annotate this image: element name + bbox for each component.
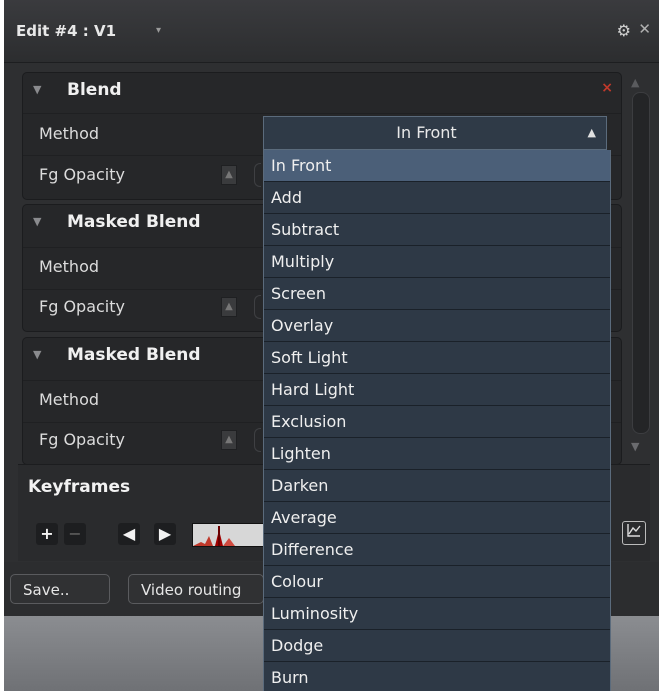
dropdown-option[interactable]: Screen [264, 278, 610, 309]
opacity-slider[interactable] [254, 295, 261, 319]
scroll-up-icon[interactable]: ▲ [631, 76, 639, 89]
blend-method-list: In Front Add Subtract Multiply Screen Overlay… [263, 150, 611, 691]
method-dropdown[interactable]: In Front ▲ [263, 116, 607, 150]
graph-view-icon[interactable] [622, 521, 646, 545]
dropdown-option[interactable]: Lighten [264, 438, 610, 469]
method-label: Method [39, 257, 100, 276]
fg-opacity-label: Fg Opacity [39, 430, 125, 449]
keyframe-toggle-icon[interactable]: ▲ [221, 430, 237, 450]
dropdown-option[interactable]: Subtract [264, 214, 610, 245]
section-title: Masked Blend [67, 345, 201, 365]
title-bar: Edit #4 : V1 ▾ ⚙ ✕ [4, 0, 659, 63]
keyframes-title: Keyframes [28, 477, 131, 497]
dropdown-arrow-icon[interactable]: ▲ [588, 126, 596, 139]
window-title: Edit #4 : V1 [16, 22, 117, 40]
keyframe-timeline[interactable] [192, 523, 264, 547]
dropdown-option[interactable]: Multiply [264, 246, 610, 277]
section-title: Masked Blend [67, 212, 201, 232]
keyframe-toggle-icon[interactable]: ▲ [221, 297, 237, 317]
collapse-triangle-icon[interactable]: ▼ [33, 83, 41, 96]
dropdown-option[interactable]: Dodge [264, 630, 610, 661]
prev-keyframe-button[interactable]: ◀ [118, 523, 140, 545]
add-keyframe-button[interactable]: + [36, 523, 58, 545]
row-divider [23, 113, 621, 114]
next-keyframe-button[interactable]: ▶ [154, 523, 176, 545]
gear-icon[interactable]: ⚙ [617, 21, 631, 40]
effect-editor-window: Edit #4 : V1 ▾ ⚙ ✕ ▼ Blend × Method Fg O… [4, 0, 659, 691]
dropdown-option[interactable]: Add [264, 182, 610, 213]
section-title: Blend [67, 80, 122, 100]
save-button[interactable]: Save.. [10, 574, 110, 604]
collapse-triangle-icon[interactable]: ▼ [33, 348, 41, 361]
scrollbar-thumb[interactable] [632, 92, 650, 434]
close-icon[interactable]: ✕ [638, 20, 651, 38]
dropdown-option[interactable]: Exclusion [264, 406, 610, 437]
dropdown-option[interactable]: Burn [264, 662, 610, 691]
method-label: Method [39, 124, 100, 143]
keyframe-toggle-icon[interactable]: ▲ [221, 165, 237, 185]
dropdown-option[interactable]: In Front [264, 150, 610, 181]
section-header[interactable]: ▼ Blend × [23, 73, 621, 109]
collapse-triangle-icon[interactable]: ▼ [33, 215, 41, 228]
video-routing-button[interactable]: Video routing [128, 574, 264, 604]
dropdown-option[interactable]: Darken [264, 470, 610, 501]
remove-effect-icon[interactable]: × [601, 80, 613, 96]
dropdown-option[interactable]: Luminosity [264, 598, 610, 629]
dropdown-selected-value: In Front [396, 123, 457, 142]
dropdown-option[interactable]: Difference [264, 534, 610, 565]
fg-opacity-label: Fg Opacity [39, 165, 125, 184]
method-label: Method [39, 390, 100, 409]
fg-opacity-label: Fg Opacity [39, 297, 125, 316]
dropdown-option[interactable]: Soft Light [264, 342, 610, 373]
dropdown-option[interactable]: Hard Light [264, 374, 610, 405]
dropdown-option[interactable]: Overlay [264, 310, 610, 341]
opacity-slider[interactable] [254, 428, 261, 452]
title-menu-arrow-icon[interactable]: ▾ [156, 25, 161, 36]
scroll-down-icon[interactable]: ▼ [631, 440, 639, 453]
dropdown-option[interactable]: Colour [264, 566, 610, 597]
opacity-slider[interactable] [254, 163, 261, 187]
timeline-graph [193, 526, 235, 546]
dropdown-option[interactable]: Average [264, 502, 610, 533]
remove-keyframe-button[interactable]: − [64, 523, 86, 545]
